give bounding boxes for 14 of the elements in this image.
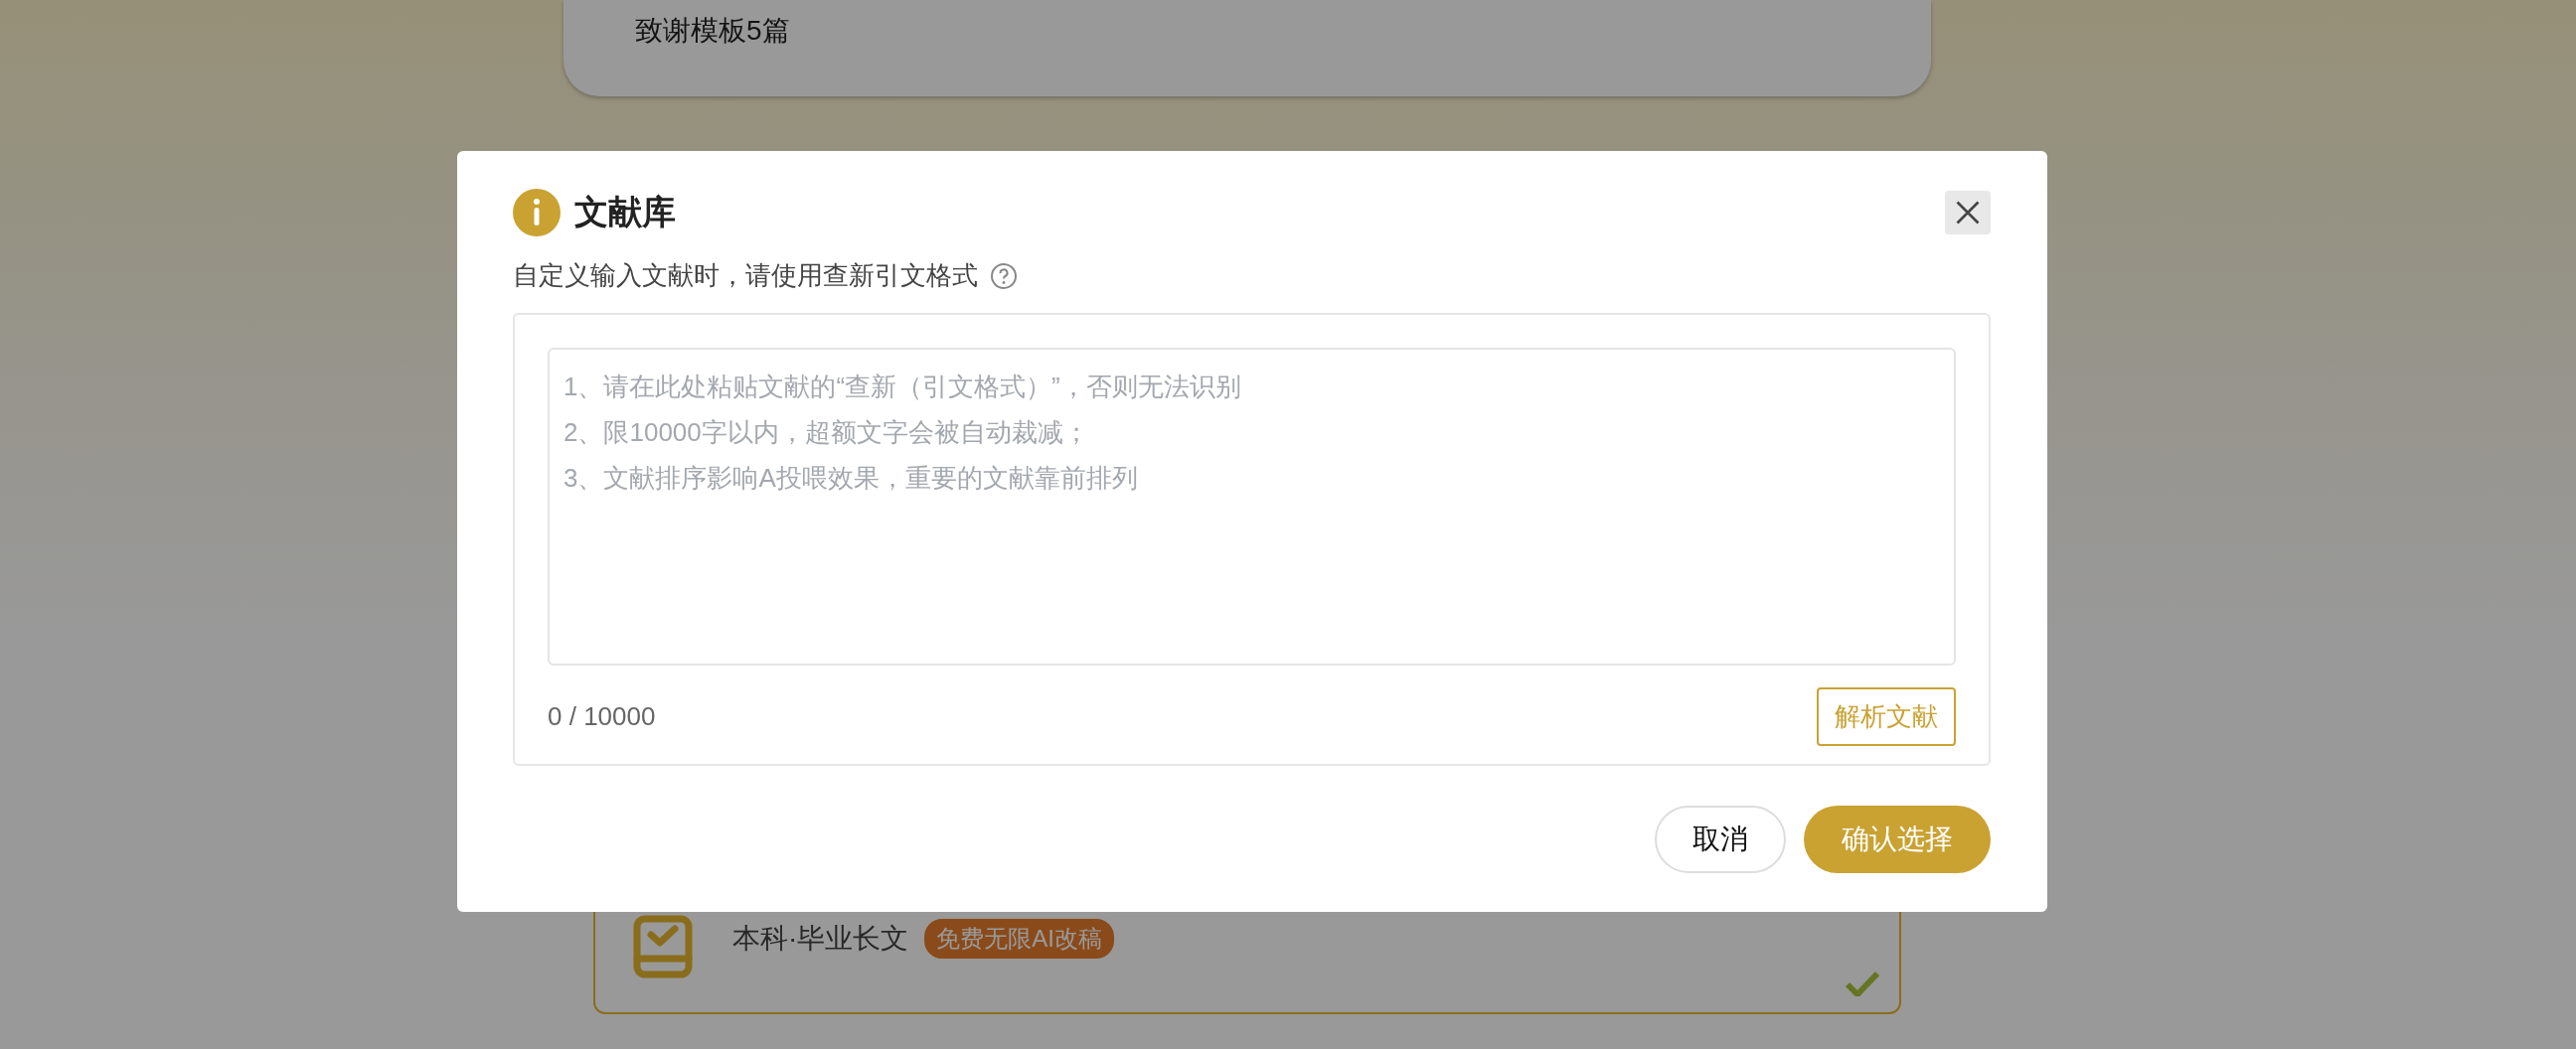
paper-type: 本科·毕业长文 xyxy=(732,922,909,956)
char-counter: 0 / 10000 xyxy=(548,701,656,732)
dialog-title: 文献库 xyxy=(574,192,676,232)
dialog-subtitle: 自定义输入文献时，请使用查新引文格式 xyxy=(513,259,978,292)
template-count: 致谢模板5篇 xyxy=(635,14,790,48)
reference-input[interactable]: 1、请在此处粘贴文献的“查新（引文格式）”，否则无法识别 2、限10000字以内，超额文字会被自动裁减； 3、文献排序影响A投喂效果，重要的文献靠前排列 xyxy=(548,348,1956,666)
check-icon xyxy=(1846,971,1879,996)
info-icon xyxy=(513,189,561,236)
clipboard-check-icon xyxy=(633,915,693,978)
cancel-button[interactable]: 取消 xyxy=(1655,806,1786,873)
free-tag: 免费无限AI改稿 xyxy=(924,919,1114,959)
close-icon xyxy=(1954,199,1982,226)
help-icon[interactable] xyxy=(990,261,1018,290)
close-button[interactable] xyxy=(1945,191,1991,234)
